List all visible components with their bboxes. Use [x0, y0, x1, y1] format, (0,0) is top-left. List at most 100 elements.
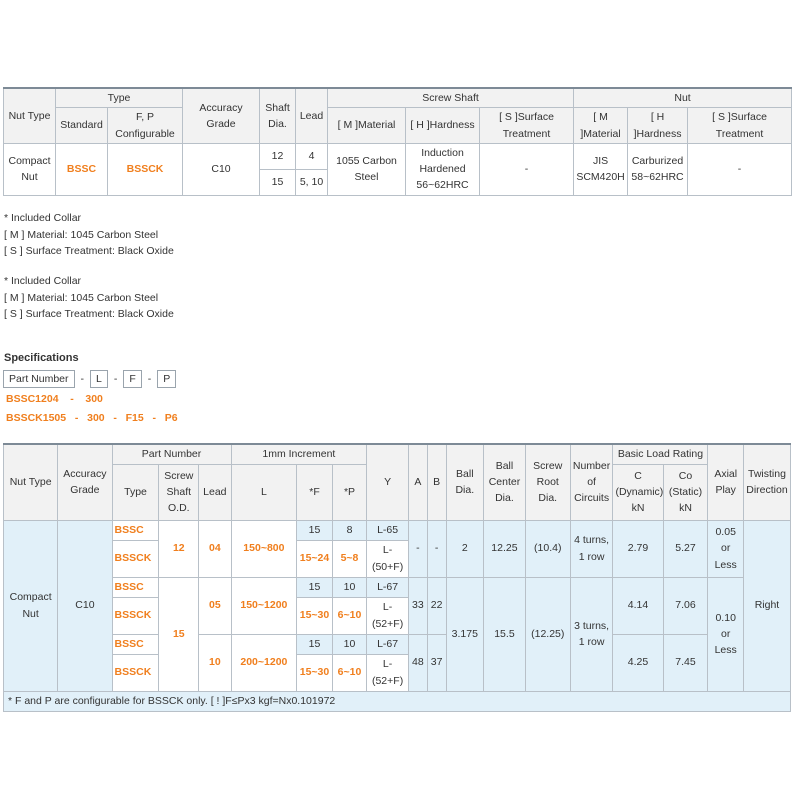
cell-nut-type: Compact Nut — [3, 142, 56, 196]
part-number-format: Part Number - L - F - P — [3, 370, 177, 388]
cell-f: 15 — [296, 519, 333, 541]
example-part-number-1: BSSC1204 - 300 — [6, 393, 103, 405]
col-nut-type: Nut Type — [3, 86, 56, 144]
cell-lead: 05 — [198, 576, 232, 635]
part-number-box: Part Number — [3, 370, 75, 388]
cell-accuracy: C10 — [57, 519, 113, 692]
cell-p-range: 6~10 — [331, 596, 368, 635]
example-part-number-2: BSSCK1505 - 300 - F15 - P6 — [6, 412, 178, 424]
col-a: A — [407, 443, 428, 521]
cell-f-range: 15~24 — [296, 539, 333, 578]
col-accuracy: Accuracy Grade — [182, 86, 261, 144]
cell-shaft-dia: 12 — [259, 142, 297, 170]
note-line: [ M ] Material: 1045 Carbon Steel — [4, 228, 159, 241]
cell-f-range: 15~30 — [296, 596, 333, 635]
cell-p: 8 — [331, 519, 368, 541]
col-screw-root: Screw Root Dia. — [524, 443, 571, 521]
cell-lead: 04 — [198, 519, 232, 578]
cell-f: 15 — [296, 576, 333, 598]
cell-y-formula: L- (52+F) — [366, 596, 409, 635]
col-standard: Standard — [55, 107, 108, 144]
notes-block-2: * Included Collar [ M ] Material: 1045 C… — [4, 273, 174, 323]
cell-configurable: BSSCK — [106, 142, 184, 196]
col-load-rating: Basic Load Rating — [612, 443, 709, 465]
col-c-dynamic: C (Dynamic) kN — [612, 463, 664, 521]
cell-accuracy: C10 — [182, 142, 261, 196]
cell-b: - — [426, 519, 447, 578]
col-f: *F — [296, 463, 333, 521]
cell-ball-center: 15.5 — [483, 576, 526, 692]
table-footnote-row: * F and P are configurable for BSSCK onl… — [3, 690, 791, 712]
cell-standard: BSSC — [55, 142, 108, 196]
col-nut-hardness: [ H]Hardness — [627, 107, 689, 144]
col-p: *P — [331, 463, 368, 521]
cell-co-static: 7.45 — [662, 633, 709, 692]
cell-shaft-material: 1055 Carbon Steel — [327, 142, 407, 196]
cell-axial-play: 0.10 or Less — [707, 576, 744, 692]
length-box: L — [90, 370, 108, 388]
cell-y-formula: L- (52+F) — [366, 653, 409, 692]
col-l: L — [230, 463, 298, 521]
cell-f: 15 — [296, 633, 333, 655]
col-part-number: Part Number — [111, 443, 232, 465]
dash: - — [80, 373, 85, 385]
spec-table: Nut Type Accuracy Grade Part Number 1mm I… — [2, 443, 792, 712]
cell-screw-od: 15 — [158, 576, 200, 692]
cell-co-static: 5.27 — [662, 519, 709, 578]
cell-c-dynamic: 4.25 — [612, 633, 664, 692]
cell-y: L-65 — [366, 519, 409, 541]
notes-block-1: * Included Collar [ M ] Material: 1045 C… — [4, 210, 174, 260]
cell-p-range: 5~8 — [331, 539, 368, 578]
col-nut-surface: [ S ]Surface Treatment — [687, 107, 793, 144]
col-axial-play: Axial Play — [707, 443, 744, 521]
note-line: * Included Collar — [4, 212, 82, 224]
footnote: * F and P are configurable for BSSCK onl… — [3, 690, 791, 712]
cell-f-range: 15~30 — [296, 653, 333, 692]
table-row: Compact Nut C10 BSSC 12 04 150~800 15 8 L… — [2, 519, 792, 692]
note-line: * Included Collar — [4, 275, 82, 287]
col-fp-configurable: F, P Configurable — [106, 107, 184, 144]
cell-nut-surface: - — [687, 142, 793, 196]
cell-screw-root: (12.25) — [524, 576, 571, 692]
col-co-static: Co (Static) kN — [662, 463, 709, 521]
col-type: Type — [111, 463, 160, 521]
dash: - — [147, 373, 152, 385]
cell-y: L-67 — [366, 576, 409, 598]
col-shaft-surface: [ S ]Surface Treatment — [479, 107, 575, 144]
cell-b: 22 — [426, 576, 447, 635]
cell-nut-hardness: Carburized 58~62HRC — [627, 142, 689, 196]
cell-shaft-hardness: Induction Hardened 56~62HRC — [405, 142, 481, 196]
cell-type-bssc: BSSC — [111, 519, 160, 541]
cell-y-formula: L- (50+F) — [366, 539, 409, 578]
col-shaft-material: [ M ]Material — [327, 107, 407, 144]
cell-l-range: 150~1200 — [230, 576, 298, 635]
cell-shaft-surface: - — [479, 142, 575, 196]
col-shaft-dia: Shaft Dia. — [259, 86, 297, 144]
cell-a: - — [407, 519, 428, 578]
cell-type-bssc: BSSC — [111, 633, 160, 655]
col-ball-dia: Ball Dia. — [445, 443, 485, 521]
cell-axial-play: 0.05 or Less — [707, 519, 744, 578]
cell-c-dynamic: 2.79 — [612, 519, 664, 578]
col-accuracy: Accuracy Grade — [57, 443, 113, 521]
cell-screw-root: (10.4) — [524, 519, 571, 578]
cell-p-range: 6~10 — [331, 653, 368, 692]
cell-lead: 4 — [295, 142, 329, 170]
col-lead: Lead — [198, 463, 232, 521]
col-y: Y — [366, 443, 409, 521]
cell-ball-center: 12.25 — [483, 519, 526, 578]
col-circuits: Number of Circuits — [569, 443, 614, 521]
col-twisting: Twisting Direction — [742, 443, 792, 521]
col-ball-center: Ball Center Dia. — [483, 443, 526, 521]
cell-type-bssck: BSSCK — [111, 539, 160, 578]
p-box: P — [157, 370, 177, 388]
col-nut: Nut — [573, 87, 793, 109]
cell-lead: 5, 10 — [295, 168, 329, 196]
cell-nut-type: Compact Nut — [2, 519, 59, 692]
cell-type-bssc: BSSC — [111, 576, 160, 598]
col-screw-od: Screw Shaft O.D. — [158, 463, 200, 521]
table-row: BSSC 15 05 150~1200 15 10 L-67 33 22 3.1… — [4, 576, 791, 692]
cell-nut-material: JIS SCM420H — [573, 142, 629, 196]
cell-circuits: 4 turns, 1 row — [569, 519, 614, 578]
cell-p: 10 — [331, 633, 368, 655]
